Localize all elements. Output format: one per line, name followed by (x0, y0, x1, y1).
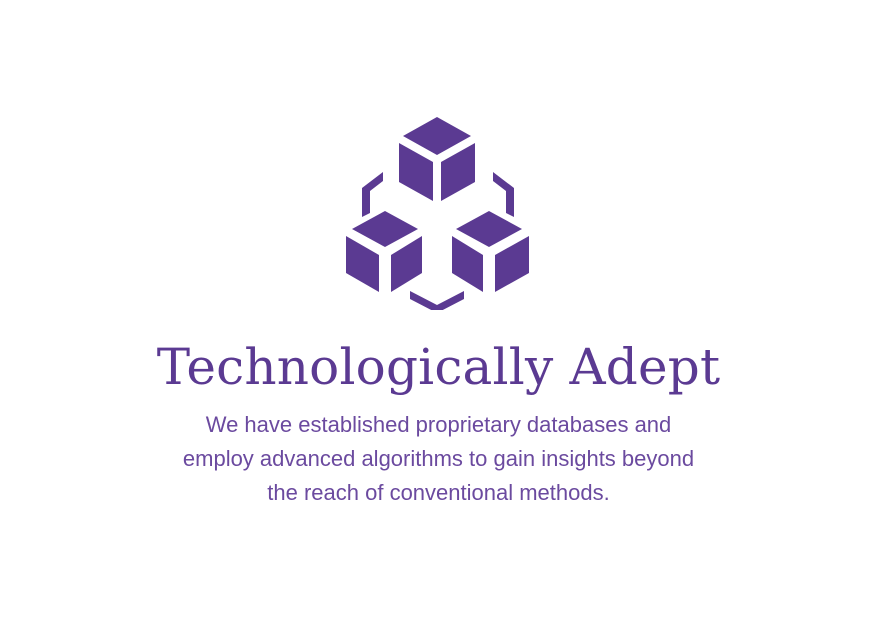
description-line-3: the reach of conventional methods. (267, 480, 610, 505)
description-line-1: We have established proprietary database… (205, 412, 672, 437)
page-title: Technologically Adept (156, 338, 721, 396)
description-text: We have established proprietary database… (120, 408, 757, 510)
description-line-2: employ advanced algorithms to gain insig… (182, 446, 695, 471)
feature-card: Technologically Adept We have establishe… (0, 0, 877, 621)
three-cubes-network-icon (343, 115, 533, 310)
